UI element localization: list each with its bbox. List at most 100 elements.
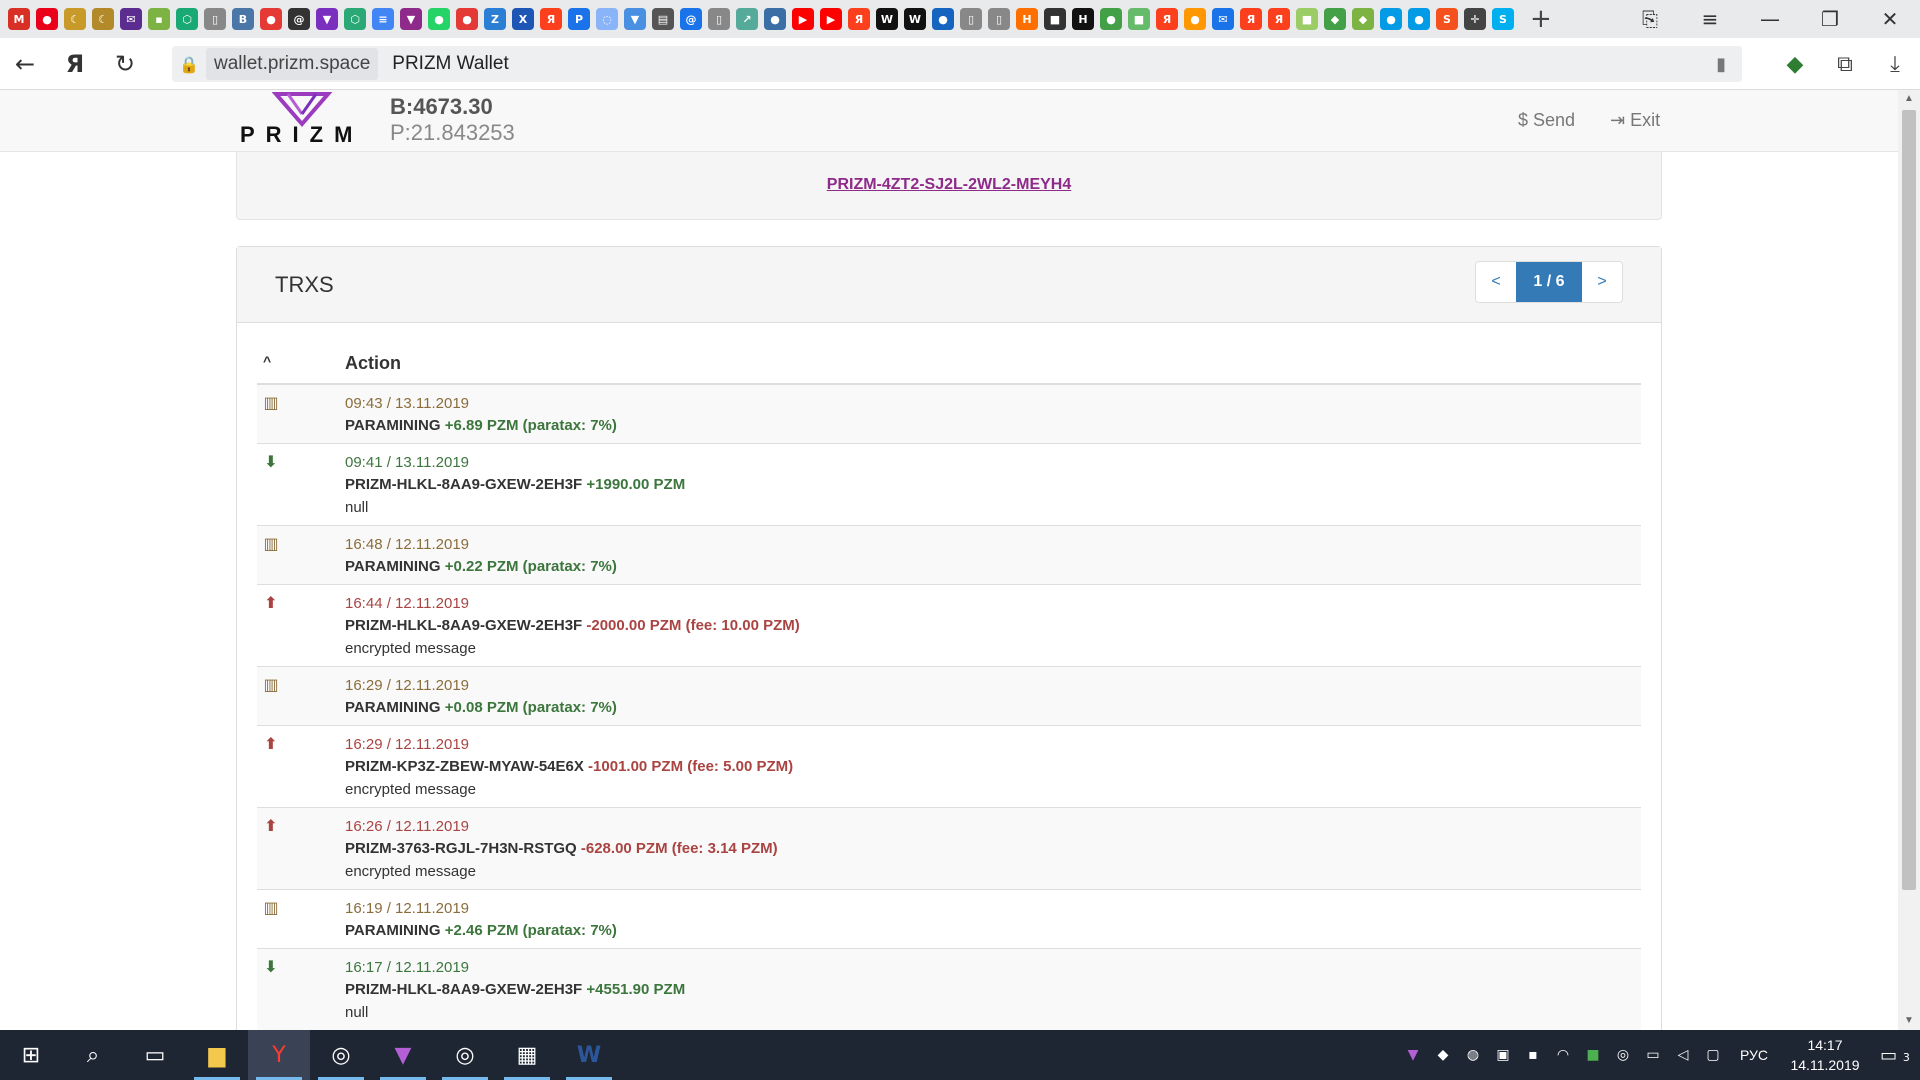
wix-icon[interactable]: W	[876, 8, 898, 30]
red-tab-icon[interactable]: ●	[260, 8, 282, 30]
volume-icon[interactable]: ◁	[1668, 1047, 1698, 1063]
skype-icon[interactable]: S	[1492, 8, 1514, 30]
app-tray-icon[interactable]: ▣	[1488, 1047, 1518, 1063]
moon-icon[interactable]: ☾	[64, 8, 86, 30]
yandex-red-alt2-icon[interactable]: Я	[1268, 8, 1290, 30]
scroll-up-arrow[interactable]: ▲	[1898, 90, 1920, 108]
youtube-icon[interactable]: ▶	[792, 8, 814, 30]
globe-tray-icon[interactable]: ◍	[1458, 1047, 1488, 1063]
search-button[interactable]: ⌕	[62, 1030, 124, 1080]
bw-icon[interactable]: ◌	[596, 8, 618, 30]
crosshair-icon[interactable]: ✛	[1464, 8, 1486, 30]
youtube-alt-icon[interactable]: ▶	[820, 8, 842, 30]
battery-icon[interactable]: ▭	[1638, 1047, 1668, 1063]
bookmark-icon[interactable]: ▮	[1716, 54, 1726, 75]
yandex-icon[interactable]: Я	[540, 8, 562, 30]
mastercard-icon[interactable]: ●	[36, 8, 58, 30]
prism-tab-icon[interactable]: ▼	[316, 8, 338, 30]
mail-icon[interactable]: ✉	[120, 8, 142, 30]
scroll-down-arrow[interactable]: ▼	[1898, 1012, 1920, 1030]
language-indicator[interactable]: РУС	[1740, 1047, 1768, 1063]
orange-icon[interactable]: ●	[1184, 8, 1206, 30]
vk-icon[interactable]: B	[232, 8, 254, 30]
page-scrollbar[interactable]: ▲ ▼	[1898, 90, 1920, 1030]
shield-tray-icon[interactable]: ◆	[1428, 1047, 1458, 1063]
at-icon[interactable]: @	[288, 8, 310, 30]
hex-green-icon[interactable]: ⬡	[344, 8, 366, 30]
back-button[interactable]: ←	[0, 38, 50, 90]
word-app[interactable]: W	[558, 1030, 620, 1080]
page-icon[interactable]: ▯	[960, 8, 982, 30]
collections-icon[interactable]: ⧉	[1820, 38, 1870, 90]
green-app-tray-icon[interactable]: ■	[1578, 1047, 1608, 1063]
docs-icon[interactable]: ≡	[372, 8, 394, 30]
notification-center-button[interactable]: ▭ 3	[1870, 1045, 1920, 1066]
account-address-link[interactable]: PRIZM-4ZT2-SJ2L-2WL2-MEYH4	[237, 176, 1661, 194]
ip-icon[interactable]: P	[568, 8, 590, 30]
blue-dot-icon[interactable]: ●	[1380, 8, 1402, 30]
lime-icon[interactable]: ■	[1296, 8, 1318, 30]
download-icon[interactable]: ⤓	[1870, 38, 1920, 90]
wix-alt-icon[interactable]: W	[904, 8, 926, 30]
close-icon[interactable]: ✕	[1860, 0, 1920, 38]
yandex-red-icon[interactable]: Я	[1156, 8, 1178, 30]
media-tray-icon[interactable]: ▪	[1518, 1047, 1548, 1063]
scroll-thumb[interactable]	[1902, 110, 1916, 890]
leaf-icon[interactable]: ●	[1100, 8, 1122, 30]
steam-app[interactable]: ◎	[310, 1030, 372, 1080]
hd-black-icon[interactable]: H	[1072, 8, 1094, 30]
globe-icon[interactable]: ●	[764, 8, 786, 30]
menu-icon[interactable]: ≡	[1680, 0, 1740, 38]
next-page-button[interactable]: >	[1582, 262, 1622, 302]
at-blue-icon[interactable]: @	[680, 8, 702, 30]
task-view-button[interactable]: ▭	[124, 1030, 186, 1080]
prizm-app[interactable]: ▼	[372, 1030, 434, 1080]
file-icon[interactable]: ▯	[708, 8, 730, 30]
envelope-blue-icon[interactable]: ✉	[1212, 8, 1234, 30]
whatsapp-icon[interactable]: ●	[428, 8, 450, 30]
yandex-home-button[interactable]: Я	[50, 38, 100, 90]
shield-green-icon[interactable]: ◆	[1352, 8, 1374, 30]
prizm-tray-icon[interactable]: ▼	[1398, 1047, 1428, 1063]
chart-tab-icon[interactable]: ↗	[736, 8, 758, 30]
clock[interactable]: 14:17 14.11.2019	[1780, 1035, 1870, 1075]
file-explorer-app[interactable]: ▆	[186, 1030, 248, 1080]
steam-tray-icon[interactable]: ◎	[1608, 1047, 1638, 1063]
soccer-icon[interactable]: ●	[932, 8, 954, 30]
hex-icon[interactable]: ⬡	[176, 8, 198, 30]
ex-icon[interactable]: X	[512, 8, 534, 30]
hd-icon[interactable]: H	[1016, 8, 1038, 30]
doc-icon[interactable]: ▯	[204, 8, 226, 30]
yandex-red-alt-icon[interactable]: Я	[1240, 8, 1262, 30]
calculator-app[interactable]: ▦	[496, 1030, 558, 1080]
url-field[interactable]: 🔒 wallet.prizm.space PRIZM Wallet ▮	[172, 46, 1742, 82]
restore-icon[interactable]: ❐	[1800, 0, 1860, 38]
prev-page-button[interactable]: <	[1476, 262, 1516, 302]
red-circle-icon[interactable]: ●	[456, 8, 478, 30]
steam-alt-app[interactable]: ◎	[434, 1030, 496, 1080]
moon-alt-icon[interactable]: ☾	[92, 8, 114, 30]
green-square-icon[interactable]: ■	[1128, 8, 1150, 30]
reload-button[interactable]: ↻	[100, 38, 150, 90]
yandex-browser-app[interactable]: Y	[248, 1030, 310, 1080]
minimize-icon[interactable]: —	[1740, 0, 1800, 38]
gmail-icon[interactable]: M	[8, 8, 30, 30]
display-tray-icon[interactable]: ▢	[1698, 1047, 1728, 1063]
send-link[interactable]: $ Send	[1518, 110, 1575, 131]
sq-icon[interactable]: S	[1436, 8, 1458, 30]
green-tab-icon[interactable]: ▪	[148, 8, 170, 30]
blue-dot-alt-icon[interactable]: ●	[1408, 8, 1430, 30]
protect-shield-icon[interactable]: ◆	[1770, 38, 1820, 90]
down-tab-icon[interactable]: ▼	[624, 8, 646, 30]
news-icon[interactable]: ▤	[652, 8, 674, 30]
yandex-alt-icon[interactable]: Я	[848, 8, 870, 30]
page-alt-icon[interactable]: ▯	[988, 8, 1010, 30]
new-tab-button[interactable]: +	[1530, 4, 1552, 34]
prizm-logo[interactable]: PRIZM	[240, 90, 362, 152]
shield-tab-icon[interactable]: ◆	[1324, 8, 1346, 30]
sort-toggle[interactable]: ^	[263, 353, 271, 369]
prizm-icon[interactable]: ▼	[400, 8, 422, 30]
zw-icon[interactable]: Z	[484, 8, 506, 30]
exit-link[interactable]: ⇥ Exit	[1610, 110, 1660, 131]
bookmarks-icon[interactable]: ⎘	[1620, 0, 1680, 38]
